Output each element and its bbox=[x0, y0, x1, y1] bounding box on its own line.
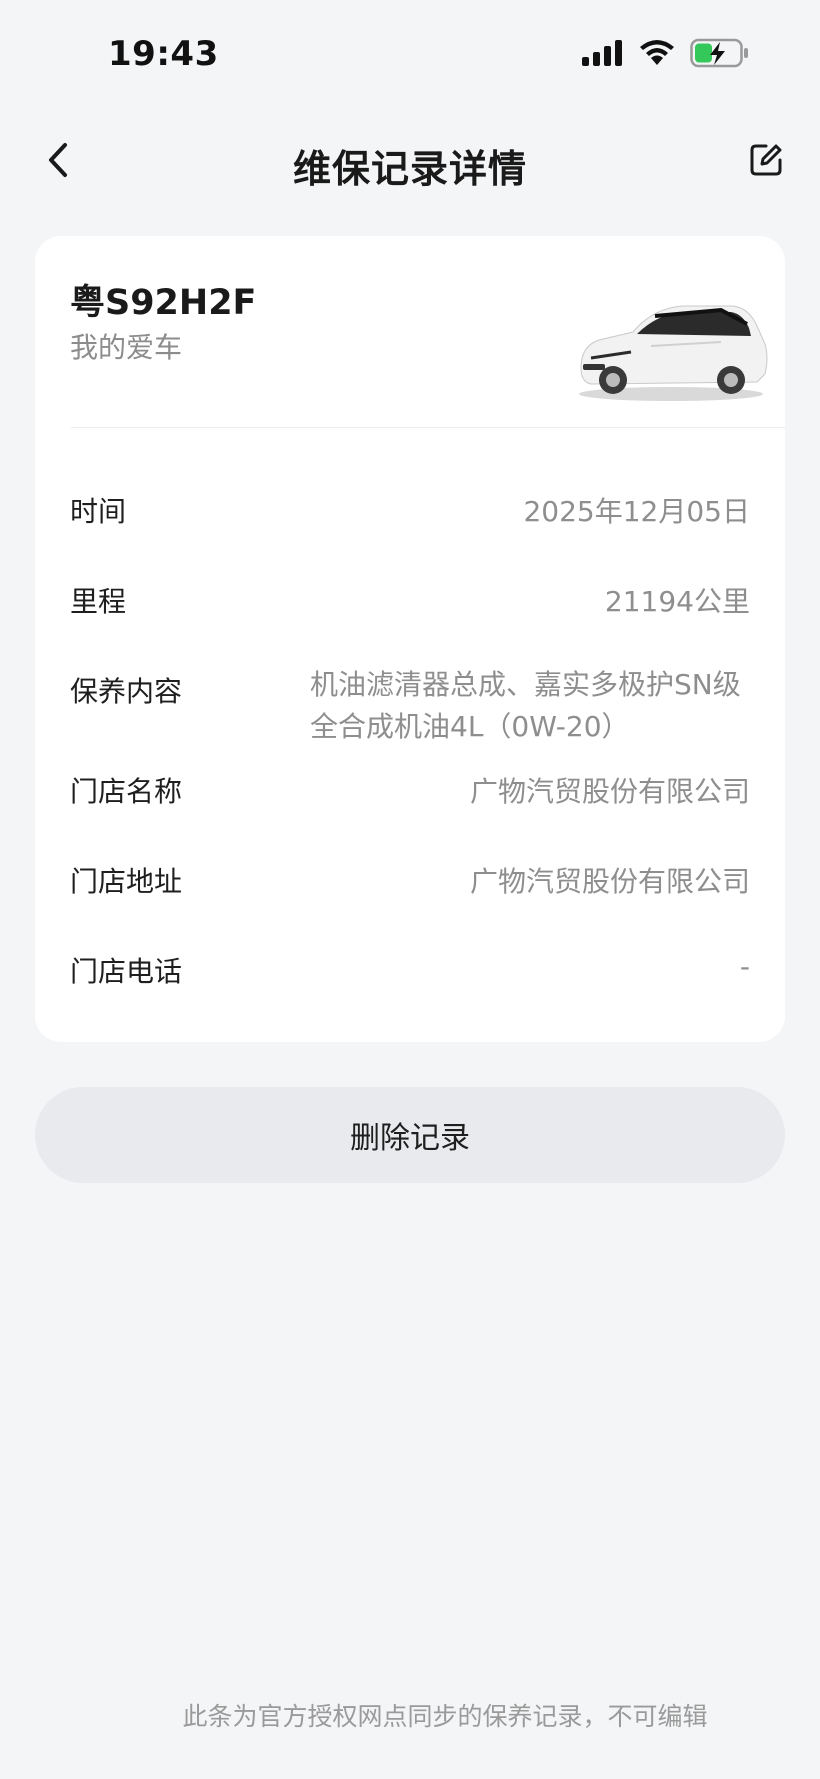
detail-label: 门店电话 bbox=[70, 955, 183, 988]
wifi-icon bbox=[638, 39, 676, 71]
license-plate: 粤S92H2F bbox=[70, 283, 257, 323]
card-divider bbox=[71, 427, 785, 428]
signal-icon bbox=[582, 40, 624, 70]
maintenance-card: 粤S92H2F 我的爱车 时间 2025年12月05日 里程 21194公里 保… bbox=[35, 236, 785, 1042]
detail-value: - bbox=[739, 950, 750, 983]
detail-label: 保养内容 bbox=[70, 675, 183, 708]
delete-record-button[interactable]: 删除记录 bbox=[35, 1087, 785, 1183]
vehicle-header: 粤S92H2F 我的爱车 bbox=[35, 236, 785, 428]
detail-value: 机油滤清器总成、嘉实多极护SN级全合成机油4L（0W-20） bbox=[310, 668, 741, 743]
detail-label: 门店地址 bbox=[70, 865, 183, 898]
edit-button[interactable] bbox=[744, 140, 788, 184]
nav-header: 维保记录详情 bbox=[0, 118, 820, 208]
status-icons bbox=[582, 38, 750, 72]
detail-value: 2025年12月05日 bbox=[523, 495, 750, 528]
status-time: 19:43 bbox=[108, 34, 219, 74]
detail-label: 时间 bbox=[70, 495, 127, 528]
vehicle-nickname: 我的爱车 bbox=[70, 331, 183, 364]
status-bar: 19:43 bbox=[0, 0, 820, 110]
footer-note: 此条为官方授权网点同步的保养记录，不可编辑 bbox=[182, 1702, 708, 1731]
detail-value: 广物汽贸股份有限公司 bbox=[469, 775, 750, 808]
detail-value: 广物汽贸股份有限公司 bbox=[469, 865, 750, 898]
battery-charging-icon bbox=[690, 38, 750, 72]
white-suv-image bbox=[571, 296, 771, 406]
detail-value: 21194公里 bbox=[604, 585, 750, 618]
detail-label: 里程 bbox=[70, 585, 127, 618]
detail-label: 门店名称 bbox=[70, 775, 183, 808]
page-title: 维保记录详情 bbox=[292, 147, 527, 191]
edit-icon bbox=[748, 142, 784, 182]
